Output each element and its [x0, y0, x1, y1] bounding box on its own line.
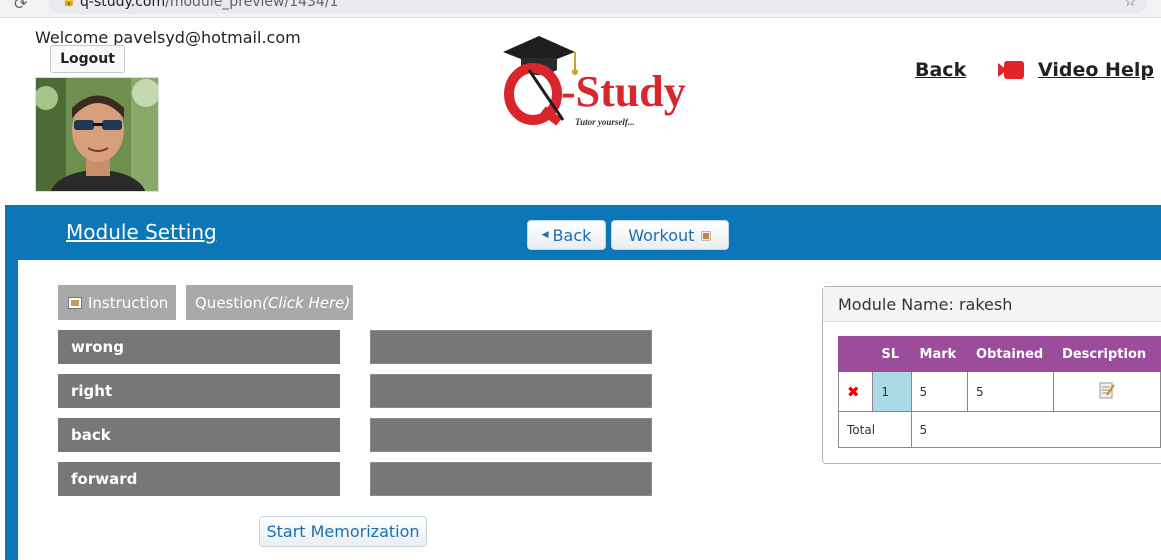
bookmark-star-icon[interactable]: ☆ — [1124, 0, 1137, 10]
answer-field[interactable] — [370, 462, 652, 496]
column-header-mark: Mark — [910, 336, 969, 372]
total-label: Total — [838, 411, 912, 448]
table-row: ✖ 1 5 5 — [837, 371, 1161, 412]
tab-instruction[interactable]: Instruction — [58, 285, 176, 320]
sl-cell: 1 — [872, 371, 912, 412]
column-header-obtained: Obtained — [967, 336, 1055, 372]
url-host: q-study.com — [80, 0, 166, 10]
word-item: forward — [58, 462, 340, 496]
avatar-photo — [36, 78, 158, 191]
back-button-label: Back — [552, 225, 592, 245]
logo-graphic: -Study Tutor yourself... — [503, 36, 686, 127]
tab-question-label: Question — [195, 293, 263, 312]
wrong-mark-icon: ✖ — [847, 382, 860, 401]
q-study-logo[interactable]: -Study Tutor yourself... — [495, 30, 735, 130]
status-cell: ✖ — [837, 371, 874, 412]
answer-field[interactable] — [370, 418, 652, 452]
column-header-description: Description — [1053, 336, 1161, 372]
result-table: SL Mark Obtained Description ✖ 1 5 5 Tot… — [837, 336, 1161, 448]
reload-icon[interactable]: ⟳ — [14, 0, 27, 13]
avatar — [35, 77, 159, 192]
workout-button[interactable]: Workout ▣ — [611, 220, 729, 250]
module-name: Module Name: rakesh — [823, 287, 1161, 322]
tab-instruction-label: Instruction — [88, 293, 169, 312]
caret-left-icon: ◀ — [541, 230, 549, 240]
video-camera-icon — [998, 59, 1026, 81]
url-path: /module_preview/1434/1 — [165, 0, 339, 10]
workout-image-icon: ▣ — [700, 228, 712, 242]
word-item: wrong — [58, 330, 340, 364]
column-header-sl: SL — [872, 336, 912, 372]
word-item: back — [58, 418, 340, 452]
answer-field[interactable] — [370, 330, 652, 364]
video-help-label: Video Help — [1038, 59, 1154, 81]
video-help-link[interactable]: Video Help — [998, 59, 1154, 81]
start-memorization-button[interactable]: Start Memorization — [259, 516, 427, 547]
browser-address-bar: ⟳ 🔒 q-study.com/module_preview/1434/1 ☆ — [0, 0, 1161, 18]
logout-button[interactable]: Logout — [50, 45, 125, 73]
obtained-cell: 5 — [967, 371, 1055, 412]
workout-button-label: Workout — [628, 225, 695, 245]
header-back-link[interactable]: Back — [915, 59, 966, 81]
svg-text:Tutor yourself...: Tutor yourself... — [575, 117, 635, 127]
lock-icon: 🔒 — [62, 0, 76, 7]
total-row: Total 5 — [838, 411, 1161, 448]
result-table-header: SL Mark Obtained Description — [837, 336, 1161, 372]
tab-question[interactable]: Question (Click Here) — [186, 285, 353, 320]
column-header-status — [837, 336, 874, 372]
tab-question-hint: (Click Here) — [262, 293, 351, 312]
back-button[interactable]: ◀ Back — [527, 220, 606, 250]
instruction-image-icon — [68, 296, 82, 309]
answer-field[interactable] — [370, 374, 652, 408]
edit-note-icon[interactable] — [1099, 382, 1115, 402]
module-setting-link[interactable]: Module Setting — [66, 220, 217, 244]
mark-cell: 5 — [910, 371, 969, 412]
word-item: right — [58, 374, 340, 408]
page-root: ⟳ 🔒 q-study.com/module_preview/1434/1 ☆ … — [0, 0, 1161, 560]
description-cell — [1053, 371, 1161, 412]
svg-text:-Study: -Study — [561, 67, 686, 116]
total-value: 5 — [910, 411, 1161, 448]
url-text[interactable]: q-study.com/module_preview/1434/1 — [80, 0, 338, 10]
